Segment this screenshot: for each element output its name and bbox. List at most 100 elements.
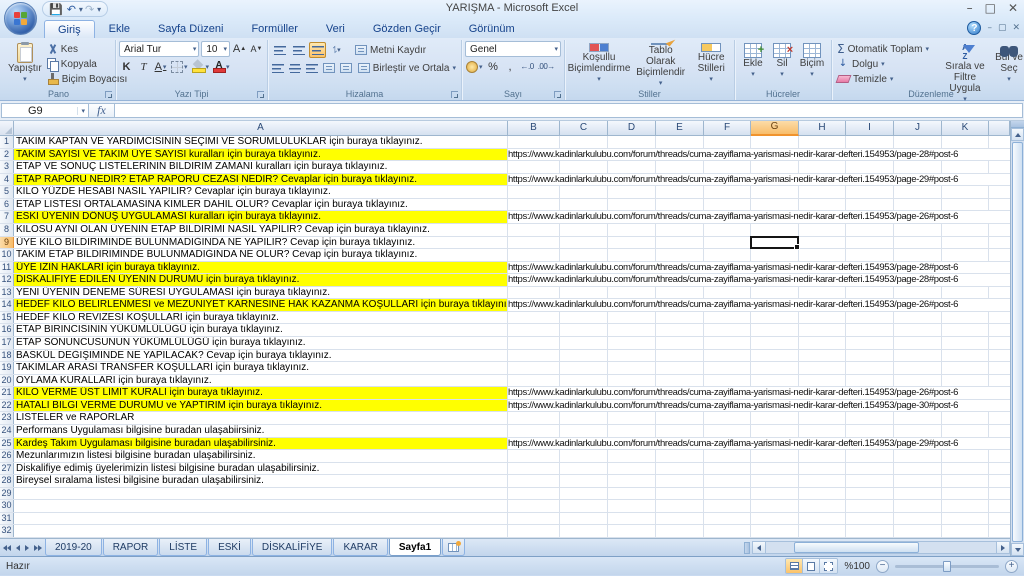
maximize-icon[interactable]: □ (985, 1, 996, 15)
cell-B29[interactable] (508, 488, 560, 500)
cell-I13[interactable] (846, 287, 894, 299)
cell-B22[interactable]: https://www.kadinlarkulubu.com/forum/thr… (508, 400, 1010, 412)
cell-C1[interactable] (560, 136, 608, 148)
font-dialog-launcher-icon[interactable] (257, 91, 264, 98)
cell-B17[interactable] (508, 337, 560, 349)
cell-H30[interactable] (799, 500, 846, 512)
cell-E16[interactable] (656, 324, 704, 336)
cell-B9[interactable] (508, 237, 560, 249)
cell-H23[interactable] (799, 412, 846, 424)
wb-close-icon[interactable]: ✕ (1012, 23, 1020, 33)
cell-A1[interactable]: TAKIM KAPTAN VE YARDIMCISININ SEÇİMİ VE … (14, 136, 508, 148)
row-header-5[interactable]: 5 (0, 186, 14, 198)
prev-sheet-icon[interactable] (16, 545, 20, 551)
cell-C24[interactable] (560, 425, 608, 437)
cell-F1[interactable] (704, 136, 751, 148)
scroll-right-icon[interactable] (996, 541, 1010, 554)
cell-C30[interactable] (560, 500, 608, 512)
select-all-corner[interactable] (0, 121, 14, 136)
align-top-button[interactable] (271, 42, 288, 58)
number-dialog-launcher-icon[interactable] (554, 91, 561, 98)
cell-B10[interactable] (508, 249, 560, 261)
cell-E17[interactable] (656, 337, 704, 349)
row-header-12[interactable]: 12 (0, 274, 14, 286)
scroll-up-icon[interactable] (1011, 128, 1024, 141)
scroll-left-icon[interactable] (752, 541, 766, 554)
cell-J13[interactable] (894, 287, 942, 299)
cell-E20[interactable] (656, 375, 704, 387)
cell-I19[interactable] (846, 362, 894, 374)
underline-button[interactable]: A▾ (153, 59, 168, 74)
cell-B20[interactable] (508, 375, 560, 387)
sheet-tab-sayfa1[interactable]: Sayfa1 (389, 539, 441, 556)
bold-button[interactable]: K (119, 59, 134, 74)
cell-G18[interactable] (751, 350, 799, 362)
sheet-tab-eski̇[interactable]: ESKİ (208, 539, 251, 556)
cell-H18[interactable] (799, 350, 846, 362)
cell-A26[interactable]: Mezunlarımızın listesi bilgisine buradan… (14, 450, 508, 462)
ribbon-tab-veri[interactable]: Veri (312, 19, 359, 38)
cell-B23[interactable] (508, 412, 560, 424)
cell-G19[interactable] (751, 362, 799, 374)
hscroll-track[interactable] (766, 541, 996, 554)
cell-H9[interactable] (799, 237, 846, 249)
fill-color-button[interactable]: ▾ (191, 59, 211, 74)
cell-K17[interactable] (942, 337, 989, 349)
cell-K23[interactable] (942, 412, 989, 424)
font-size-combo[interactable]: 10▾ (201, 41, 230, 57)
cell-A23[interactable]: LİSTELER ve RAPORLAR (14, 412, 508, 424)
cell-B25[interactable]: https://www.kadinlarkulubu.com/forum/thr… (508, 438, 1010, 450)
cell-F8[interactable] (704, 224, 751, 236)
align-center-button[interactable] (288, 60, 303, 76)
cell-B3[interactable] (508, 161, 560, 173)
cell-F9[interactable] (704, 237, 751, 249)
cell-E24[interactable] (656, 425, 704, 437)
cell-F19[interactable] (704, 362, 751, 374)
normal-view-button[interactable] (786, 559, 803, 573)
formula-input[interactable] (115, 103, 1023, 118)
row-header-1[interactable]: 1 (0, 136, 14, 148)
cell-E6[interactable] (656, 199, 704, 211)
accounting-format-button[interactable]: ▾ (465, 59, 484, 74)
ribbon-tab-formüller[interactable]: Formüller (237, 19, 311, 38)
cell-C9[interactable] (560, 237, 608, 249)
format-cells-button[interactable]: Biçim▾ (796, 41, 828, 87)
cell-D26[interactable] (608, 450, 656, 462)
cell-H19[interactable] (799, 362, 846, 374)
cell-H16[interactable] (799, 324, 846, 336)
align-middle-button[interactable] (290, 42, 307, 58)
row-header-30[interactable]: 30 (0, 500, 14, 512)
decrease-decimal-button[interactable]: .00→ (537, 59, 556, 74)
align-right-button[interactable] (305, 60, 320, 76)
cell-E31[interactable] (656, 513, 704, 525)
cell-J32[interactable] (894, 525, 942, 537)
cell-G20[interactable] (751, 375, 799, 387)
cell-F15[interactable] (704, 312, 751, 324)
cell-C28[interactable] (560, 475, 608, 487)
cell-A8[interactable]: KİLOSU AYNI OLAN ÜYENİN ETAP BİLDİRİMİ N… (14, 224, 508, 236)
cell-I30[interactable] (846, 500, 894, 512)
row-header-10[interactable]: 10 (0, 249, 14, 261)
cell-F17[interactable] (704, 337, 751, 349)
cell-A6[interactable]: ETAP LİSTESİ ORTALAMASINA KİMLER DAHİL O… (14, 199, 508, 211)
cell-H5[interactable] (799, 186, 846, 198)
cell-I6[interactable] (846, 199, 894, 211)
cell-D19[interactable] (608, 362, 656, 374)
cell-K27[interactable] (942, 463, 989, 475)
cell-B4[interactable]: https://www.kadinlarkulubu.com/forum/thr… (508, 174, 1010, 186)
row-header-22[interactable]: 22 (0, 400, 14, 412)
cell-F5[interactable] (704, 186, 751, 198)
row-header-17[interactable]: 17 (0, 337, 14, 349)
cell-C3[interactable] (560, 161, 608, 173)
cell-D5[interactable] (608, 186, 656, 198)
ribbon-tab-görünüm[interactable]: Görünüm (455, 19, 529, 38)
cell-F27[interactable] (704, 463, 751, 475)
cell-H29[interactable] (799, 488, 846, 500)
cell-J9[interactable] (894, 237, 942, 249)
cell-K31[interactable] (942, 513, 989, 525)
cell-J6[interactable] (894, 199, 942, 211)
cell-A30[interactable] (14, 500, 508, 512)
cell-A18[interactable]: BASKÜL DEĞİŞİMİNDE NE YAPILACAK? Cevap i… (14, 350, 508, 362)
cell-H17[interactable] (799, 337, 846, 349)
cell-G31[interactable] (751, 513, 799, 525)
